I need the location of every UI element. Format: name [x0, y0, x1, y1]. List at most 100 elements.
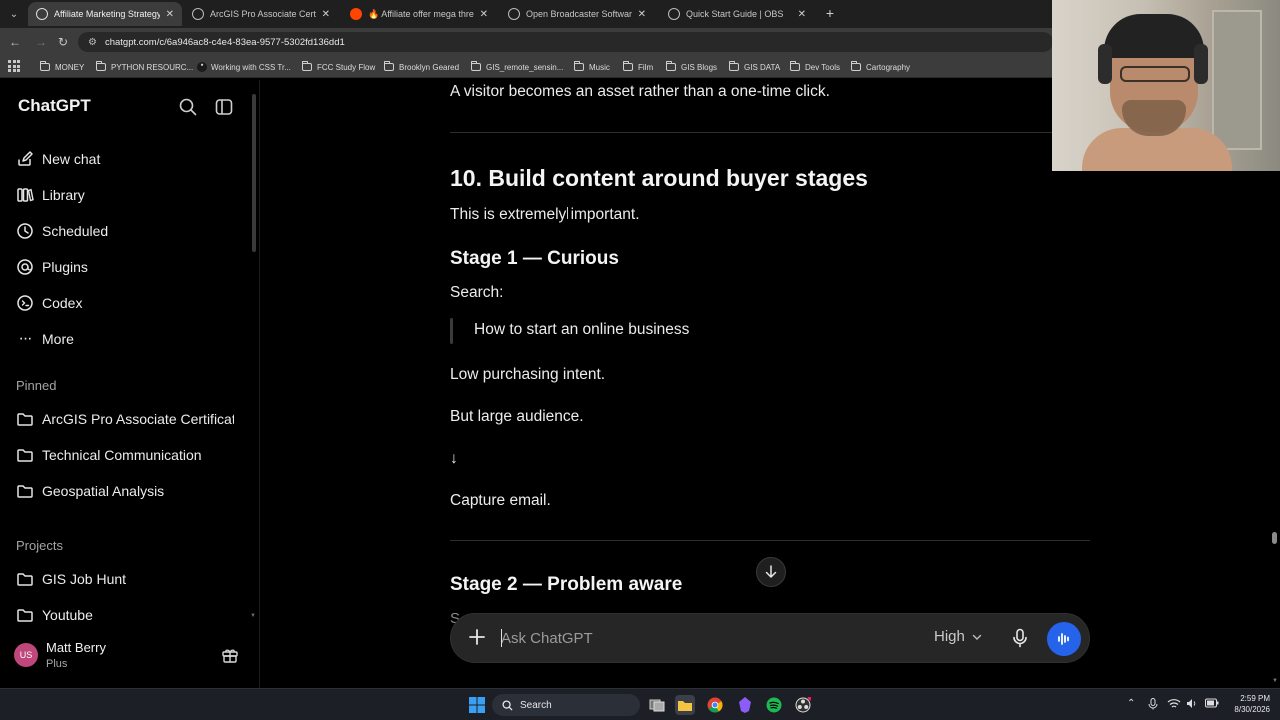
composer: High: [450, 613, 1090, 663]
folder-icon: [16, 410, 34, 428]
url-field[interactable]: ⚙ chatgpt.com/c/6a946ac8-c4e4-83ea-9577-…: [78, 32, 1053, 52]
windows-start-icon[interactable]: [467, 695, 487, 715]
sidebar-item-new-chat[interactable]: New chat: [16, 147, 100, 171]
tab-open-broadcaster-software[interactable]: Open Broadcaster Software | O ✕: [500, 2, 654, 26]
bookmark-dev-tools[interactable]: Dev Tools: [790, 60, 840, 74]
blockquote-text: How to start an online business: [474, 321, 690, 338]
plugins-icon: [16, 258, 34, 276]
tab-affiliate-marketing-strategy[interactable]: Affiliate Marketing Strategy ✕: [28, 2, 182, 26]
pinned-section-title: Pinned: [16, 378, 57, 393]
message-text: Capture email.: [450, 492, 551, 509]
obs-favicon-icon: [508, 8, 520, 20]
plus-icon[interactable]: [467, 627, 487, 647]
task-view-icon[interactable]: [647, 695, 667, 715]
sidebar-item-library[interactable]: Library: [16, 183, 85, 207]
forward-arrow-icon[interactable]: →: [33, 34, 49, 50]
taskbar-search[interactable]: Search: [492, 694, 640, 716]
divider: [450, 132, 1090, 133]
spotify-icon[interactable]: [764, 695, 784, 715]
page-scrollbar[interactable]: [1272, 532, 1277, 544]
sidebar-item-technical-communication[interactable]: Technical Communication: [16, 443, 202, 467]
bookmark-gis-data[interactable]: GIS DATA: [729, 60, 780, 74]
blockquote-bar: [450, 318, 453, 344]
conversation-area: A visitor becomes an asset rather than a…: [260, 80, 1280, 688]
sidebar-item-arcgis-pro[interactable]: ArcGIS Pro Associate Certificati: [16, 407, 234, 431]
folder-icon: [96, 61, 106, 71]
folder-icon: [384, 61, 394, 71]
edit-icon: [16, 150, 34, 168]
tab-arcgis-pro[interactable]: ArcGIS Pro Associate Certificatio ✕: [184, 2, 338, 26]
prompt-input[interactable]: [501, 624, 881, 652]
close-icon[interactable]: ✕: [638, 9, 646, 20]
scroll-down-arrow-icon[interactable]: ▼: [1272, 678, 1278, 684]
message-text: But large audience.: [450, 408, 584, 425]
tab-quick-start-guide-obs[interactable]: Quick Start Guide | OBS ✕: [660, 2, 814, 26]
projects-section-title: Projects: [16, 538, 63, 553]
url-text: chatgpt.com/c/6a946ac8-c4e4-83ea-9577-53…: [104, 36, 345, 48]
more-icon: ···: [18, 330, 33, 347]
scroll-to-bottom-button[interactable]: [756, 557, 786, 587]
file-explorer-icon[interactable]: [675, 695, 695, 715]
down-arrow-text: ↓: [450, 450, 458, 467]
folder-icon: [16, 606, 34, 624]
sidebar-item-scheduled[interactable]: Scheduled: [16, 219, 108, 243]
site-settings-icon[interactable]: ⚙: [88, 37, 97, 48]
scroll-down-arrow-icon[interactable]: ▼: [250, 613, 256, 619]
voice-mode-button[interactable]: [1047, 622, 1081, 656]
css-tricks-logo-icon: *: [197, 62, 207, 72]
volume-icon[interactable]: [1186, 698, 1198, 712]
sidebar-item-gis-job-hunt[interactable]: GIS Job Hunt: [16, 567, 126, 591]
folder-icon: [302, 61, 312, 71]
sidebar-item-youtube[interactable]: Youtube: [16, 603, 93, 627]
apps-grid-icon[interactable]: [8, 60, 20, 72]
bookmark-brooklyn-geared[interactable]: Brooklyn Geared: [384, 60, 459, 74]
bookmark-cartography[interactable]: Cartography: [851, 60, 910, 74]
show-hidden-icons-chevron-icon[interactable]: ⌃: [1127, 698, 1135, 709]
folder-icon: [40, 61, 50, 71]
sidebar-toggle-icon[interactable]: [214, 97, 234, 117]
reddit-favicon-icon: [350, 8, 362, 20]
webcam-overlay: [1052, 0, 1280, 171]
battery-icon[interactable]: [1205, 698, 1219, 711]
wifi-icon[interactable]: [1167, 698, 1181, 712]
microphone-icon[interactable]: [1011, 628, 1029, 648]
folder-icon: [851, 61, 861, 71]
new-tab-plus-icon[interactable]: +: [822, 4, 838, 22]
sidebar-item-codex[interactable]: Codex: [16, 291, 82, 315]
back-arrow-icon[interactable]: ←: [7, 34, 23, 50]
sidebar-item-geospatial-analysis[interactable]: Geospatial Analysis: [16, 479, 164, 503]
bookmark-gis-blogs[interactable]: GIS Blogs: [666, 60, 717, 74]
tab-affiliate-offer-mega-thread[interactable]: 🔥 Affiliate offer mega threa ✕: [342, 2, 496, 26]
bookmark-gis-remote-sensing[interactable]: GIS_remote_sensin...: [471, 60, 563, 74]
obs-favicon-icon: [668, 8, 680, 20]
close-icon[interactable]: ✕: [480, 9, 488, 20]
chrome-icon[interactable]: [705, 695, 725, 715]
gift-icon[interactable]: [221, 646, 239, 664]
obs-icon[interactable]: [793, 695, 813, 715]
sidebar-item-plugins[interactable]: Plugins: [16, 255, 88, 279]
folder-icon: [666, 61, 676, 71]
codex-icon: [16, 294, 34, 312]
brand-title[interactable]: ChatGPT: [18, 96, 91, 116]
reasoning-level-selector[interactable]: High: [934, 628, 983, 645]
obsidian-icon[interactable]: [735, 695, 755, 715]
bookmark-film[interactable]: Film: [623, 60, 653, 74]
sidebar-item-more[interactable]: ··· More: [16, 327, 74, 351]
close-icon[interactable]: ✕: [798, 9, 806, 20]
bookmark-money[interactable]: MONEY: [40, 60, 84, 74]
sidebar-scrollbar[interactable]: [252, 94, 256, 252]
close-icon[interactable]: ✕: [166, 9, 174, 20]
search-icon[interactable]: [178, 97, 198, 117]
taskbar-clock[interactable]: 2:59 PM 8/30/2026: [1226, 693, 1270, 715]
reload-icon[interactable]: ↻: [55, 34, 71, 50]
tab-search-icon[interactable]: ⌄: [4, 4, 24, 24]
user-profile[interactable]: US Matt Berry Plus: [0, 632, 259, 688]
windows-taskbar: Search ⌃ 2:59 PM 8/30/2026: [0, 688, 1280, 720]
bookmark-css-tricks[interactable]: * Working with CSS Tr...: [197, 60, 291, 74]
bookmark-fcc-study-flow[interactable]: FCC Study Flow: [302, 60, 375, 74]
folder-icon: [623, 61, 633, 71]
bookmark-python-resources[interactable]: PYTHON RESOURC...: [96, 60, 193, 74]
close-icon[interactable]: ✕: [322, 9, 330, 20]
microphone-tray-icon[interactable]: [1148, 698, 1158, 713]
bookmark-music[interactable]: Music: [574, 60, 610, 74]
